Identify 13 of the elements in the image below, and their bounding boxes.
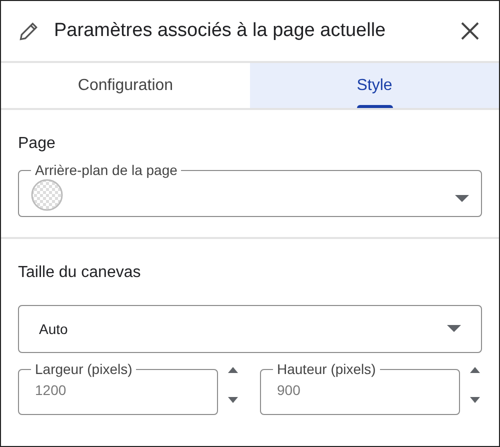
dropdown-caret-icon	[455, 194, 469, 202]
decrement-button[interactable]	[468, 395, 482, 405]
dropdown-caret-icon	[447, 325, 461, 333]
decrement-button[interactable]	[226, 395, 240, 405]
tab[interactable]: Style	[250, 63, 499, 108]
increment-button[interactable]	[226, 365, 240, 375]
panel-title: Paramètres associés à la page actuelle	[54, 18, 387, 43]
pencil-icon	[18, 20, 40, 42]
transparent-swatch-icon	[31, 178, 63, 210]
section-heading: Taille du canevas	[18, 263, 142, 283]
section-heading: Page	[18, 134, 56, 154]
increment-button[interactable]	[468, 365, 482, 375]
canvas-size-select[interactable]: Auto	[18, 305, 482, 353]
